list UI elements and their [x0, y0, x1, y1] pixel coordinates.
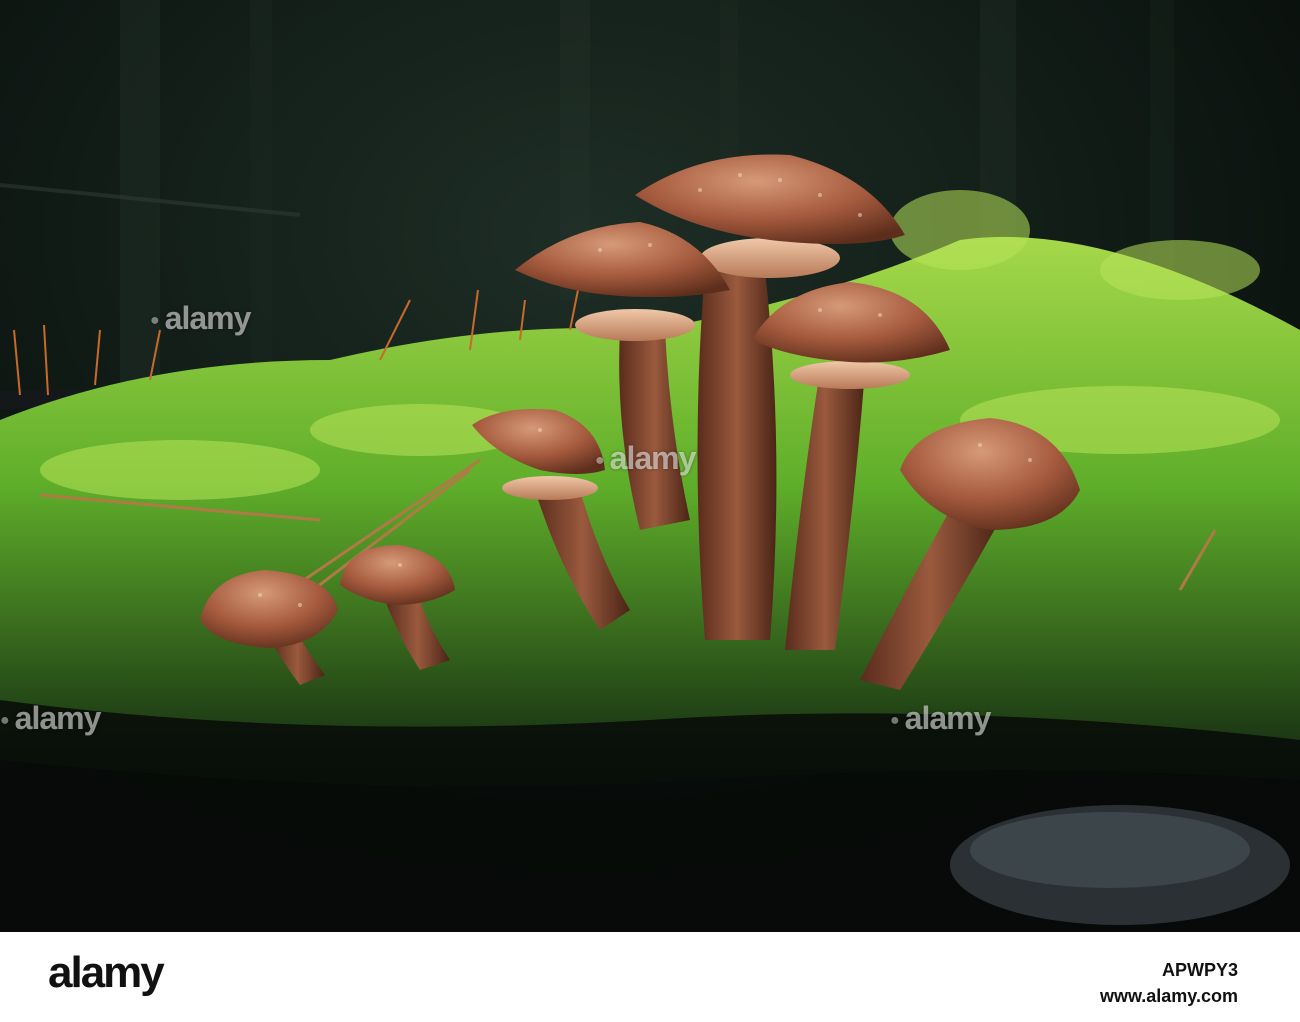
alamy-logo[interactable]: alamy: [48, 948, 165, 998]
image-id: APWPY3: [1161, 960, 1238, 980]
photo: ● alamy ● alamy ● alamy ● alamy: [0, 0, 1300, 932]
footer-bar: alamy APWPY3 www.alamy.com: [0, 932, 1300, 1022]
mushroom-scene: [0, 0, 1300, 932]
site-url[interactable]: www.alamy.com: [1100, 986, 1238, 1007]
